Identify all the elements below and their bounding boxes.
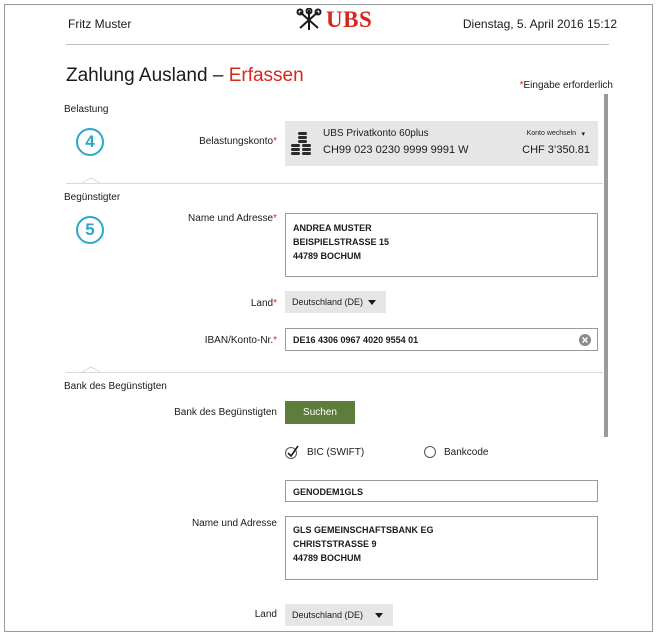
caret-down-icon xyxy=(368,299,376,305)
country-label: Land* xyxy=(180,298,277,309)
name-address-label-text: Name und Adresse xyxy=(188,213,274,224)
clear-icon[interactable] xyxy=(579,334,591,346)
bank-country-label: Land xyxy=(254,609,277,620)
coins-icon xyxy=(291,132,311,155)
address-line: 44789 BOCHUM xyxy=(293,251,362,261)
change-account-link[interactable]: Konto wechseln xyxy=(527,130,576,137)
country-select-value: Deutschland (DE) xyxy=(292,297,364,307)
bank-label: Bank des Begünstigten xyxy=(174,407,277,418)
bank-country-select-value: Deutschland (DE) xyxy=(292,610,364,620)
page-title: Zahlung Ausland – Erfassen xyxy=(66,65,304,87)
header-divider xyxy=(66,44,609,45)
scrollbar[interactable] xyxy=(604,94,608,437)
account-selector[interactable]: UBS Privatkonto 60plus CH99 023 0230 999… xyxy=(285,121,598,166)
iban-label: IBAN/Konto-Nr.* xyxy=(160,335,277,346)
name-address-label: Name und Adresse* xyxy=(160,213,277,224)
iban-label-text: IBAN/Konto-Nr. xyxy=(204,335,274,346)
address-line: ANDREA MUSTER xyxy=(293,223,372,233)
required-note-text: Eingabe erforderlich xyxy=(523,80,614,91)
required-marker: * xyxy=(273,213,277,224)
bank-name-address-label: Name und Adresse xyxy=(191,518,277,529)
search-bank-button[interactable]: Suchen xyxy=(285,401,355,424)
section-label-bank: Bank des Begünstigten xyxy=(64,381,167,392)
beneficiary-address-textarea[interactable]: ANDREA MUSTER BEISPIELSTRASSE 15 44789 B… xyxy=(285,213,598,277)
radio-circle-icon[interactable] xyxy=(424,446,436,458)
bank-country-select[interactable]: Deutschland (DE) xyxy=(285,604,393,626)
caret-down-icon xyxy=(375,612,383,618)
account-iban: CH99 023 0230 9999 9991 W xyxy=(323,144,469,156)
address-line: CHRISTSTRASSE 9 xyxy=(293,539,377,549)
section-divider xyxy=(66,183,603,184)
step-badge-4: 4 xyxy=(76,128,104,156)
radio-bic[interactable]: BIC (SWIFT) xyxy=(285,445,364,459)
country-select[interactable]: Deutschland (DE) xyxy=(285,291,386,313)
bic-input[interactable]: GENODEM1GLS xyxy=(285,480,598,502)
section-label-belastung: Belastung xyxy=(64,104,109,115)
divider-notch-icon xyxy=(82,366,100,373)
radio-bankcode-label: Bankcode xyxy=(444,446,489,458)
step-badge-5: 5 xyxy=(76,216,104,244)
account-label-text: Belastungskonto xyxy=(199,136,274,147)
account-name: UBS Privatkonto 60plus xyxy=(323,128,429,139)
page-title-main: Zahlung Ausland – xyxy=(66,65,224,86)
check-circle-icon[interactable] xyxy=(285,445,299,459)
radio-bankcode[interactable]: Bankcode xyxy=(424,446,488,458)
iban-input[interactable]: DE16 4306 0967 4020 9554 01 xyxy=(285,328,598,351)
required-note: *Eingabe erforderlich xyxy=(520,80,613,91)
chevron-down-icon[interactable]: ▾ xyxy=(581,130,585,138)
required-marker: * xyxy=(273,136,277,147)
brand-name: UBS xyxy=(326,7,373,32)
iban-value: DE16 4306 0967 4020 9554 01 xyxy=(293,335,419,345)
user-name: Fritz Muster xyxy=(68,17,132,31)
country-label-text: Land xyxy=(250,298,274,309)
required-marker: * xyxy=(273,335,277,346)
address-line: 44789 BOCHUM xyxy=(293,553,362,563)
bic-value: GENODEM1GLS xyxy=(293,487,364,497)
account-balance: CHF 3’350.81 xyxy=(522,144,590,156)
section-divider xyxy=(66,372,603,373)
account-label: Belastungskonto* xyxy=(180,136,277,147)
address-line: GLS GEMEINSCHAFTSBANK EG xyxy=(293,525,434,535)
section-label-beguenstigter: Begünstigter xyxy=(64,192,121,203)
address-line: BEISPIELSTRASSE 15 xyxy=(293,237,390,247)
page-title-accent: Erfassen xyxy=(228,65,304,86)
ubs-logo: UBS xyxy=(296,7,372,33)
bank-address-textarea[interactable]: GLS GEMEINSCHAFTSBANK EG CHRISTSTRASSE 9… xyxy=(285,516,598,580)
required-marker: * xyxy=(273,298,277,309)
current-datetime: Dienstag, 5. April 2016 15:12 xyxy=(462,17,617,31)
ubs-keys-icon xyxy=(296,8,322,30)
radio-bic-label: BIC (SWIFT) xyxy=(307,446,365,458)
divider-notch-icon xyxy=(82,177,100,184)
